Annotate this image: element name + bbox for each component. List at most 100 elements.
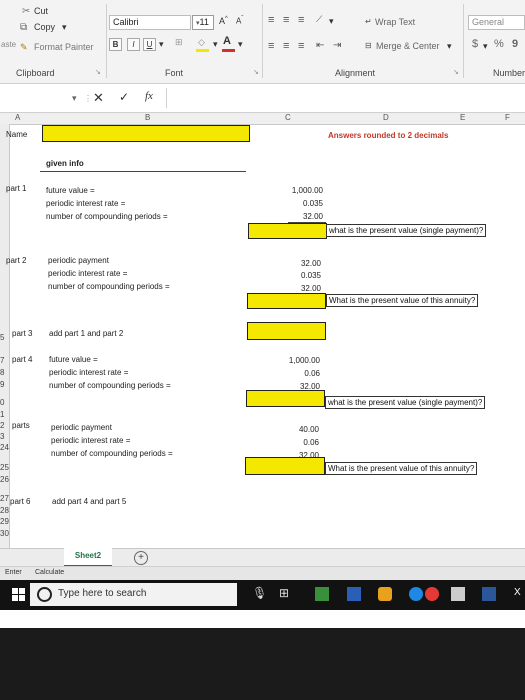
task-view-icon[interactable]: ⊞ — [279, 586, 289, 600]
font-color-dropdown-icon[interactable]: ▾ — [238, 39, 243, 50]
bold-button[interactable]: B — [109, 38, 122, 51]
wrap-text-button[interactable]: Wrap Text — [375, 17, 415, 27]
name-box-dropdown-icon[interactable]: ▾ — [72, 93, 77, 104]
align-right-icon[interactable]: ≡ — [298, 40, 304, 52]
row-header[interactable]: 27 — [0, 494, 9, 503]
insert-function-button[interactable]: fx — [145, 90, 153, 102]
row-header[interactable]: 24 — [0, 443, 9, 452]
part1-n-value: 32.00 — [302, 212, 323, 221]
row-header[interactable]: 8 — [0, 368, 4, 377]
part5-pmt-value: 40.00 — [298, 425, 319, 434]
word-icon[interactable] — [482, 587, 496, 601]
folder-icon[interactable] — [378, 587, 392, 601]
calculator-icon[interactable] — [451, 587, 465, 601]
merge-icon[interactable]: ⊟ — [365, 41, 372, 50]
enter-icon[interactable]: ✓ — [119, 90, 129, 104]
increase-indent-icon[interactable]: ⇥ — [333, 40, 341, 51]
merge-dropdown-icon[interactable]: ▾ — [447, 41, 452, 52]
underline-dropdown-icon[interactable]: ▾ — [159, 39, 164, 50]
currency-button[interactable]: $ — [472, 38, 478, 50]
dropbox-icon[interactable] — [347, 587, 361, 601]
tab-sheet2[interactable]: Sheet2 — [64, 548, 112, 567]
row-header[interactable]: 3 — [0, 432, 4, 441]
wrap-text-icon[interactable]: ↵ — [365, 17, 372, 26]
column-header-a[interactable]: A — [15, 113, 20, 122]
row-header[interactable]: 5 — [0, 333, 4, 342]
part5-answer-cell[interactable] — [245, 457, 325, 475]
align-left-icon[interactable]: ≡ — [268, 40, 274, 52]
cut-icon[interactable]: ✂ — [22, 6, 30, 17]
part2-answer-cell[interactable] — [247, 293, 326, 309]
copy-dropdown-icon[interactable]: ▾ — [62, 22, 67, 33]
align-middle-icon[interactable]: ≡ — [283, 14, 289, 26]
clipboard-launcher-icon[interactable]: ↘ — [95, 68, 101, 76]
part1-fv-label: future value = — [46, 186, 95, 195]
chrome-icon[interactable] — [409, 587, 423, 601]
borders-icon[interactable]: ⊞ — [175, 37, 183, 48]
row-header[interactable]: 1 — [0, 410, 4, 419]
name-input-cell[interactable] — [42, 125, 250, 142]
font-launcher-icon[interactable]: ↘ — [253, 68, 259, 76]
decrease-indent-icon[interactable]: ⇤ — [316, 40, 324, 51]
row-header[interactable]: 30 — [0, 529, 9, 538]
media-icon[interactable] — [425, 587, 439, 601]
windows-start-icon[interactable] — [12, 588, 25, 601]
row-header[interactable]: 2 — [0, 421, 4, 430]
add-sheet-button[interactable]: + — [134, 551, 148, 565]
copy-button[interactable]: Copy — [34, 22, 55, 32]
row-header[interactable]: 28 — [0, 506, 9, 515]
part4-answer-cell[interactable] — [246, 390, 325, 407]
merge-center-button[interactable]: Merge & Center — [376, 41, 440, 51]
shrink-font-button[interactable]: Aˇ — [236, 16, 243, 26]
number-group-label: Number — [493, 68, 525, 78]
row-header[interactable]: 26 — [0, 475, 9, 484]
column-header-e[interactable]: E — [460, 113, 465, 122]
format-painter-icon[interactable]: ✎ — [20, 42, 28, 53]
app-icon[interactable] — [315, 587, 329, 601]
orientation-dropdown-icon[interactable]: ▾ — [329, 16, 334, 27]
row-header[interactable]: 29 — [0, 517, 9, 526]
format-painter-button[interactable]: Format Painter — [34, 42, 94, 52]
part3-answer-cell[interactable] — [247, 322, 326, 340]
formula-input[interactable] — [168, 87, 525, 108]
status-calculate[interactable]: Calculate — [35, 569, 64, 576]
part1-answer-cell[interactable] — [248, 223, 327, 239]
font-name-box[interactable]: Calibri — [109, 15, 191, 30]
copy-icon[interactable]: ⧉ — [20, 22, 27, 33]
fill-color-icon[interactable]: ◇ — [198, 37, 205, 48]
column-header-d[interactable]: D — [383, 113, 389, 122]
excel-taskbar-icon[interactable]: X — [514, 587, 521, 598]
underline-button[interactable]: U — [143, 38, 156, 51]
comma-button[interactable]: 9 — [512, 38, 518, 50]
part2-pmt-label: periodic payment — [48, 256, 109, 265]
row-header[interactable]: 0 — [0, 398, 4, 407]
font-color-button[interactable]: A — [223, 35, 231, 47]
microphone-icon[interactable]: 🎙 — [252, 586, 267, 600]
number-format-box[interactable]: General — [468, 15, 525, 30]
part5-question: What is the present value of this annuit… — [325, 462, 478, 475]
column-header-b[interactable]: B — [145, 113, 150, 122]
cancel-icon[interactable]: ✕ — [93, 90, 104, 106]
paste-label[interactable]: aste — [1, 40, 16, 49]
align-bottom-icon[interactable]: ≡ — [298, 14, 304, 26]
align-top-icon[interactable]: ≡ — [268, 14, 274, 26]
font-size-box[interactable]: ▾11 — [192, 15, 214, 30]
orientation-icon[interactable]: ⟋ — [316, 14, 322, 25]
alignment-group-label: Alignment — [335, 68, 376, 78]
row-header[interactable]: 7 — [0, 356, 4, 365]
alignment-launcher-icon[interactable]: ↘ — [453, 68, 459, 76]
row-header[interactable]: 9 — [0, 380, 4, 389]
grow-font-button[interactable]: A^ — [219, 16, 228, 26]
currency-dropdown-icon[interactable]: ▾ — [483, 41, 488, 52]
taskbar-search-box[interactable]: Type here to search — [30, 583, 237, 606]
row-header[interactable]: 25 — [0, 463, 9, 472]
percent-button[interactable]: % — [494, 38, 504, 50]
part2-n-value: 32.00 — [300, 284, 321, 293]
part1-question: what is the present value (single paymen… — [326, 224, 487, 237]
column-header-c[interactable]: C — [285, 113, 291, 122]
fill-dropdown-icon[interactable]: ▾ — [213, 39, 218, 50]
italic-button[interactable]: I — [127, 38, 140, 51]
align-center-icon[interactable]: ≡ — [283, 40, 289, 52]
column-header-f[interactable]: F — [505, 113, 510, 122]
cut-button[interactable]: Cut — [34, 6, 48, 16]
